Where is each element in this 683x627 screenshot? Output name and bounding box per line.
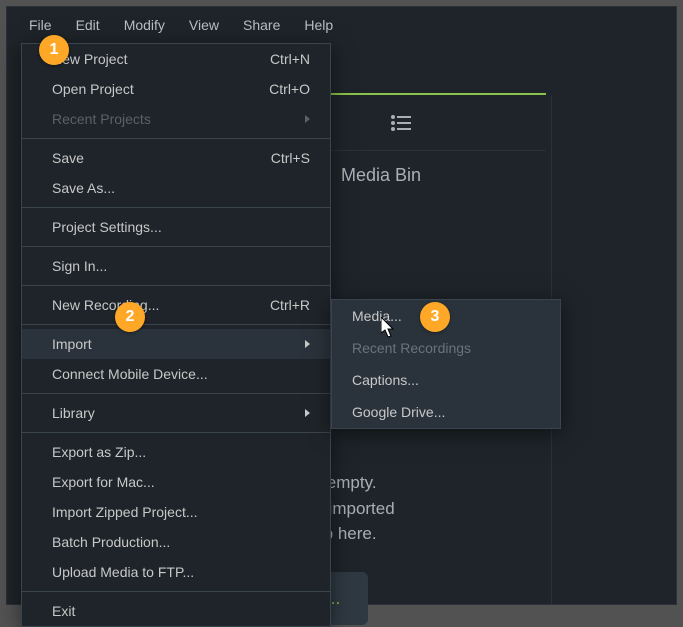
menu-item-shortcut: Ctrl+O <box>269 81 310 97</box>
menu-export-mac[interactable]: Export for Mac... <box>22 467 330 497</box>
annotation-marker-1: 1 <box>39 35 69 65</box>
menu-item-shortcut: Ctrl+R <box>270 297 310 313</box>
menu-exit[interactable]: Exit <box>22 596 330 626</box>
menu-save[interactable]: Save Ctrl+S <box>22 143 330 173</box>
submenu-arrow-icon <box>305 115 310 123</box>
menu-separator <box>22 324 330 325</box>
annotation-marker-2: 2 <box>115 302 145 332</box>
menu-item-shortcut: Ctrl+S <box>271 150 310 166</box>
app-window: File Edit Modify View Share Help Me <box>6 6 677 605</box>
file-menu-dropdown: New Project Ctrl+N Open Project Ctrl+O R… <box>21 43 331 627</box>
menu-item-label: Import Zipped Project... <box>52 504 198 520</box>
menu-item-label: Save As... <box>52 180 115 196</box>
menu-item-label: Recent Projects <box>52 111 151 127</box>
menu-separator <box>22 285 330 286</box>
menu-recent-projects[interactable]: Recent Projects <box>22 104 330 134</box>
menu-save-as[interactable]: Save As... <box>22 173 330 203</box>
menu-import[interactable]: Import <box>22 329 330 359</box>
menu-import-zipped[interactable]: Import Zipped Project... <box>22 497 330 527</box>
submenu-arrow-icon <box>305 409 310 417</box>
menu-item-label: Export as Zip... <box>52 444 146 460</box>
menu-edit[interactable]: Edit <box>64 11 112 39</box>
menu-item-label: Upload Media to FTP... <box>52 564 194 580</box>
menu-separator <box>22 591 330 592</box>
submenu-recent-recordings[interactable]: Recent Recordings <box>332 332 560 364</box>
menu-separator <box>22 393 330 394</box>
menu-item-label: Save <box>52 150 84 166</box>
menu-view[interactable]: View <box>177 11 231 39</box>
menu-item-label: Connect Mobile Device... <box>52 366 208 382</box>
annotation-marker-3: 3 <box>420 302 450 332</box>
menu-project-settings[interactable]: Project Settings... <box>22 212 330 242</box>
menu-library[interactable]: Library <box>22 398 330 428</box>
menu-item-label: Library <box>52 405 95 421</box>
menu-item-label: Import <box>52 336 92 352</box>
menu-item-label: Batch Production... <box>52 534 170 550</box>
menu-item-shortcut: Ctrl+N <box>270 51 310 67</box>
submenu-arrow-icon <box>305 340 310 348</box>
menu-sign-in[interactable]: Sign In... <box>22 251 330 281</box>
menu-new-recording[interactable]: New Recording... Ctrl+R <box>22 290 330 320</box>
menubar: File Edit Modify View Share Help <box>7 7 676 43</box>
tab-list-view[interactable] <box>356 95 446 150</box>
menu-separator <box>22 138 330 139</box>
menu-item-label: Export for Mac... <box>52 474 155 490</box>
menu-item-label: Project Settings... <box>52 219 162 235</box>
menu-item-label: Open Project <box>52 81 134 97</box>
menu-separator <box>22 432 330 433</box>
menu-help[interactable]: Help <box>292 11 345 39</box>
menu-connect-mobile[interactable]: Connect Mobile Device... <box>22 359 330 389</box>
list-icon <box>391 115 411 131</box>
submenu-captions[interactable]: Captions... <box>332 364 560 396</box>
menu-share[interactable]: Share <box>231 11 292 39</box>
menu-separator <box>22 246 330 247</box>
menu-separator <box>22 207 330 208</box>
menu-export-zip[interactable]: Export as Zip... <box>22 437 330 467</box>
menu-open-project[interactable]: Open Project Ctrl+O <box>22 74 330 104</box>
menu-item-label: Exit <box>52 603 75 619</box>
menu-modify[interactable]: Modify <box>112 11 177 39</box>
submenu-google-drive[interactable]: Google Drive... <box>332 396 560 428</box>
menu-batch-production[interactable]: Batch Production... <box>22 527 330 557</box>
menu-upload-ftp[interactable]: Upload Media to FTP... <box>22 557 330 587</box>
menu-item-label: Sign In... <box>52 258 107 274</box>
mouse-cursor-icon <box>381 317 399 339</box>
